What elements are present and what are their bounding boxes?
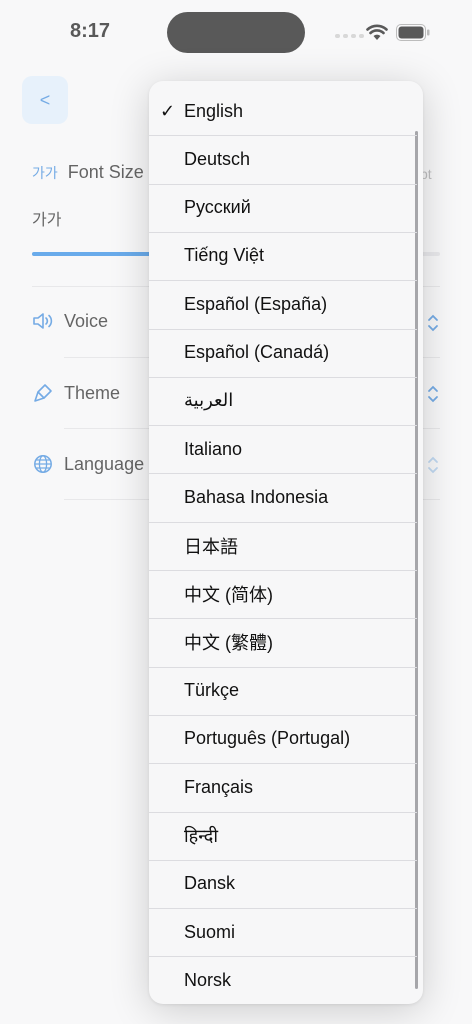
language-option[interactable]: Français	[149, 763, 423, 811]
language-option[interactable]: Português (Portugal)	[149, 715, 423, 763]
language-option[interactable]: Bahasa Indonesia	[149, 473, 423, 521]
language-option-label: Bahasa Indonesia	[184, 486, 329, 507]
language-option[interactable]: ✓ English	[149, 87, 423, 135]
language-option-label: Русский	[184, 197, 251, 218]
language-option[interactable]: Dansk	[149, 860, 423, 908]
language-option-label: Dansk	[184, 873, 236, 894]
language-option[interactable]: Türkçe	[149, 667, 423, 715]
language-option[interactable]: हिन्दी	[149, 812, 423, 860]
language-option[interactable]: Norsk	[149, 956, 423, 1004]
language-option-label: 中文 (繁體)	[184, 633, 273, 654]
language-option[interactable]: Italiano	[149, 425, 423, 473]
language-option[interactable]: العربية	[149, 377, 423, 425]
language-option-label: हिन्दी	[184, 825, 219, 846]
language-option[interactable]: Tiếng Việt	[149, 232, 423, 280]
language-option-label: Tiếng Việt	[184, 245, 265, 266]
language-option-label: Español (Canadá)	[184, 342, 330, 362]
language-option-label: English	[184, 100, 244, 121]
language-option-label: Français	[184, 776, 254, 797]
language-option[interactable]: Deutsch	[149, 135, 423, 183]
language-option[interactable]: 日本語	[149, 522, 423, 570]
language-option[interactable]: Español (Canadá)	[149, 329, 423, 377]
language-option-label: Suomi	[184, 921, 236, 942]
language-option-label: Español (España)	[184, 293, 328, 314]
language-option[interactable]: Suomi	[149, 908, 423, 956]
language-option[interactable]: 中文 (简体)	[149, 570, 423, 618]
language-option-label: 日本語	[184, 536, 238, 557]
checkmark-icon: ✓	[160, 100, 176, 121]
language-option-label: Türkçe	[184, 680, 240, 701]
language-option-label: Italiano	[184, 438, 243, 459]
language-option-label: Português (Portugal)	[184, 728, 351, 749]
language-option-label: 中文 (简体)	[184, 585, 273, 605]
language-option[interactable]: 中文 (繁體)	[149, 618, 423, 666]
language-option[interactable]: Русский	[149, 184, 423, 232]
language-option-label: العربية	[184, 390, 234, 411]
language-option[interactable]: Español (España)	[149, 280, 423, 328]
language-menu: ✓ English Deutsch Русский Tiếng Việt Español …	[149, 81, 423, 1004]
language-option-label: Norsk	[184, 969, 232, 990]
language-option-label: Deutsch	[184, 148, 251, 169]
